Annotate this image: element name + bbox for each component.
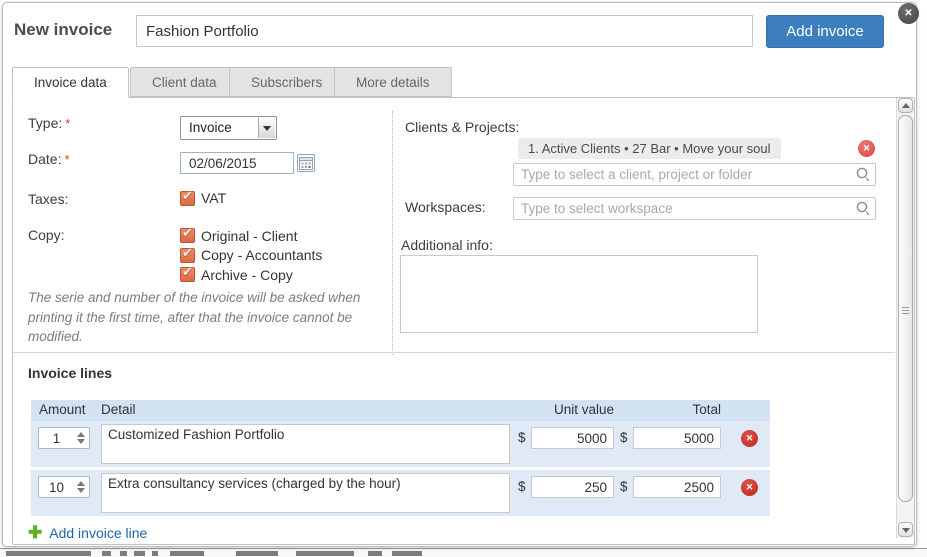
type-select[interactable]: Invoice [180, 116, 277, 140]
add-invoice-line-label: Add invoice line [49, 525, 147, 541]
dropdown-arrow-icon[interactable] [258, 118, 275, 138]
scrollbar-thumb[interactable] [898, 115, 913, 502]
search-icon[interactable] [855, 200, 872, 217]
vat-checkbox-label: VAT [201, 190, 226, 206]
additional-info-label: Additional info: [401, 237, 493, 253]
search-icon[interactable] [855, 166, 872, 183]
tab-invoice-data[interactable]: Invoice data [12, 67, 129, 98]
serie-note: The serie and number of the invoice will… [28, 288, 373, 347]
page-title: New invoice [14, 20, 112, 40]
invoice-line-row: Extra consultancy services (charged by t… [31, 470, 770, 516]
spinner-down-icon[interactable] [77, 488, 85, 493]
date-label: Date:* [28, 151, 70, 167]
type-label: Type:* [28, 115, 70, 131]
required-marker: * [65, 116, 70, 131]
plus-icon: ✚ [28, 524, 42, 541]
required-marker: * [64, 152, 69, 167]
delete-line-icon[interactable]: ✕ [741, 479, 758, 496]
tab-client-data[interactable]: Client data [130, 67, 239, 97]
calendar-icon[interactable] [297, 154, 315, 172]
currency-symbol: $ [518, 479, 526, 494]
amount-input[interactable] [40, 429, 73, 447]
tab-subscribers[interactable]: Subscribers [229, 67, 344, 97]
copy-options: Original - Client Copy - Accountants Archi… [180, 226, 322, 285]
amount-stepper[interactable] [38, 427, 90, 449]
spinner-up-icon[interactable] [77, 432, 85, 437]
vat-option: VAT [180, 190, 226, 206]
currency-symbol: $ [620, 479, 628, 494]
column-divider [392, 111, 393, 355]
copy-checkbox-label: Copy - Accountants [201, 247, 322, 263]
copy-option: Archive - Copy [180, 265, 322, 285]
add-invoice-button[interactable]: Add invoice [766, 15, 884, 48]
page: ✕ New invoice Add invoice Invoice data C… [0, 0, 927, 557]
taxes-label: Taxes: [28, 191, 68, 207]
total-input[interactable] [633, 427, 721, 449]
remove-client-icon[interactable]: ✕ [858, 140, 875, 157]
scrollbar-grip [902, 307, 909, 316]
amount-input[interactable] [40, 478, 73, 496]
unit-value-column-header: Unit value [494, 402, 614, 417]
invoice-lines-header: Amount Detail Unit value Total [31, 400, 770, 421]
amount-column-header: Amount [39, 402, 86, 417]
copy-checkbox-label: Archive - Copy [201, 267, 293, 283]
invoice-lines-rows: Customized Fashion Portfolio $ $ ✕ Extra… [31, 421, 770, 519]
selected-client-tag: 1. Active Clients • 27 Bar • Move your s… [518, 138, 781, 159]
scroll-up-icon[interactable] [898, 98, 913, 113]
invoice-name-input[interactable] [136, 15, 753, 47]
copy-label: Copy: [28, 227, 65, 243]
unit-value-input[interactable] [531, 427, 614, 449]
copy-checkbox-label: Original - Client [201, 228, 297, 244]
workspace-search-input[interactable] [513, 197, 876, 220]
spinner-down-icon[interactable] [77, 439, 85, 444]
client-search-input[interactable] [513, 163, 876, 186]
detail-textarea[interactable]: Extra consultancy services (charged by t… [101, 473, 510, 513]
section-divider [13, 352, 895, 353]
total-column-header: Total [621, 402, 721, 417]
currency-symbol: $ [518, 430, 526, 445]
copy-checkbox[interactable] [180, 267, 195, 282]
delete-line-icon[interactable]: ✕ [741, 430, 758, 447]
detail-textarea[interactable]: Customized Fashion Portfolio [101, 424, 510, 464]
date-input[interactable] [180, 152, 294, 174]
scroll-down-icon[interactable] [898, 522, 913, 537]
total-input[interactable] [633, 476, 721, 498]
spinner-up-icon[interactable] [77, 481, 85, 486]
tab-more-details[interactable]: More details [334, 67, 452, 97]
invoice-line-row: Customized Fashion Portfolio $ $ ✕ [31, 421, 770, 467]
add-invoice-line-link[interactable]: ✚ Add invoice line [28, 524, 147, 541]
detail-column-header: Detail [101, 402, 136, 417]
workspaces-label: Workspaces: [405, 199, 486, 215]
close-icon[interactable]: ✕ [898, 3, 919, 24]
copy-checkbox[interactable] [180, 228, 195, 243]
clients-projects-label: Clients & Projects: [405, 119, 519, 135]
vertical-scrollbar[interactable] [896, 98, 914, 538]
copy-checkbox[interactable] [180, 248, 195, 263]
unit-value-input[interactable] [531, 476, 614, 498]
copy-option: Copy - Accountants [180, 246, 322, 266]
obscured-background-page [0, 548, 927, 557]
type-select-value: Invoice [189, 120, 232, 135]
currency-symbol: $ [620, 430, 628, 445]
copy-option: Original - Client [180, 226, 322, 246]
invoice-lines-title: Invoice lines [28, 365, 112, 381]
amount-stepper[interactable] [38, 476, 90, 498]
vat-checkbox[interactable] [180, 191, 195, 206]
additional-info-textarea[interactable] [400, 255, 758, 333]
